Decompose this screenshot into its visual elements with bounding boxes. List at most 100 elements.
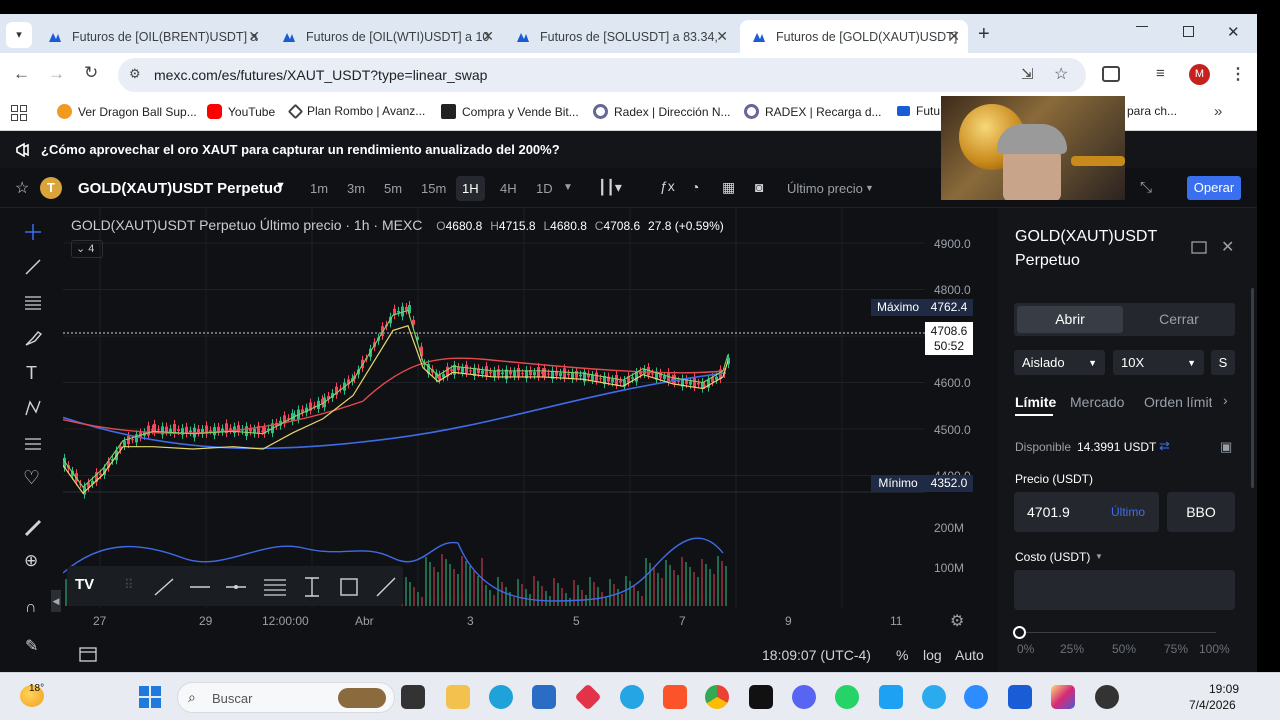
- app-diamond-icon[interactable]: [574, 683, 602, 711]
- trend-line-icon[interactable]: [23, 257, 43, 277]
- apps-grid-icon[interactable]: [11, 105, 27, 121]
- bookmark-item[interactable]: Radex | Dirección N...: [593, 104, 731, 119]
- text-cursor-icon[interactable]: [301, 576, 323, 598]
- zoom-icon[interactable]: [964, 685, 988, 709]
- file-explorer-icon[interactable]: [446, 685, 470, 709]
- transfer-icon[interactable]: ⇄: [1159, 438, 1170, 454]
- percent-scale-button[interactable]: %: [896, 647, 908, 663]
- bookmark-item[interactable]: Futu: [897, 104, 940, 118]
- tab-oil-wti[interactable]: Futuros de [OIL(WTI)USDT] a 10 ✕: [272, 20, 502, 53]
- close-panel-icon[interactable]: ✕: [1221, 237, 1234, 257]
- margin-mode-select[interactable]: Aislado ▼: [1014, 350, 1105, 375]
- timeframe-15m[interactable]: 15m: [421, 181, 446, 196]
- zoom-in-icon[interactable]: ⊕: [24, 551, 38, 571]
- auto-scale-button[interactable]: Auto: [955, 647, 984, 663]
- extensions-icon[interactable]: [1102, 66, 1120, 82]
- lock-drawings-icon[interactable]: ✎: [25, 636, 38, 656]
- horizontal-line-icon[interactable]: [189, 577, 211, 597]
- price-type-select[interactable]: Último precio: [787, 181, 863, 196]
- window-close-button[interactable]: ✕: [1227, 23, 1240, 41]
- close-icon[interactable]: ✕: [482, 28, 494, 45]
- position-side-button[interactable]: S: [1211, 350, 1235, 375]
- bookmark-item[interactable]: Compra y Vende Bit...: [441, 104, 579, 119]
- tab-solusdt[interactable]: Futuros de [SOLUSDT] a 83.34, ✕: [506, 20, 736, 53]
- bookmark-item[interactable]: para ch...: [1127, 104, 1177, 118]
- bookmark-item[interactable]: RADEX | Recarga d...: [744, 104, 882, 119]
- media-control-icon[interactable]: ≡: [1156, 65, 1165, 82]
- favorites-heart-icon[interactable]: ♡: [23, 467, 40, 490]
- tab-search-button[interactable]: ▾: [6, 22, 32, 48]
- drag-handle-icon[interactable]: ⠿: [124, 577, 134, 593]
- parallel-channel-icon[interactable]: [263, 577, 287, 597]
- tab-oil-brent[interactable]: Futuros de [OIL(BRENT)USDT] a ✕: [38, 20, 268, 53]
- timeframe-dropdown-icon[interactable]: ▼: [563, 182, 573, 193]
- windows-start-icon[interactable]: [139, 686, 161, 708]
- layout-grid-icon[interactable]: ▦: [722, 179, 735, 196]
- log-scale-button[interactable]: log: [923, 647, 942, 663]
- limit-order-tab-more[interactable]: Orden límit: [1144, 394, 1212, 410]
- back-arrow-icon[interactable]: ←: [13, 64, 30, 84]
- symbol-dropdown-icon[interactable]: ▼: [275, 180, 286, 192]
- popout-window-icon[interactable]: [1191, 240, 1209, 256]
- amount-slider-track[interactable]: [1020, 632, 1216, 633]
- instagram-icon[interactable]: [1051, 685, 1075, 709]
- price-axis[interactable]: 4900.0 4800.0 4600.0 4500.0 4400.0 4762.…: [925, 208, 998, 608]
- brush-icon[interactable]: [23, 328, 43, 348]
- symbol-title[interactable]: GOLD(XAUT)USDT Perpetuo: [78, 180, 282, 197]
- close-icon[interactable]: ✕: [948, 28, 960, 45]
- site-info-icon[interactable]: ⚙: [129, 66, 141, 82]
- magnet-icon[interactable]: ∩: [25, 599, 37, 617]
- reload-icon[interactable]: ↻: [84, 63, 98, 83]
- forward-arrow-icon[interactable]: →: [48, 64, 65, 84]
- bookmark-item[interactable]: Plan Rombo | Avanz...: [287, 103, 425, 119]
- mexc-app-icon[interactable]: [1008, 685, 1032, 709]
- taskbar-search[interactable]: ⌕ Buscar: [177, 682, 395, 713]
- bookmark-item[interactable]: YouTube: [207, 104, 275, 119]
- ray-tool-icon[interactable]: [375, 576, 397, 598]
- bookmark-star-icon[interactable]: ☆: [1054, 64, 1068, 84]
- pattern-tool-icon[interactable]: [23, 398, 43, 418]
- collapse-toolbar-button[interactable]: ◀: [51, 590, 61, 612]
- date-range-icon[interactable]: [79, 646, 97, 662]
- store-icon[interactable]: [532, 685, 556, 709]
- favorite-star-icon[interactable]: ☆: [15, 178, 29, 198]
- indicators-icon[interactable]: ƒx: [660, 178, 675, 194]
- twitter-icon[interactable]: [879, 685, 903, 709]
- last-price-button[interactable]: Último: [1111, 505, 1145, 519]
- camera-icon[interactable]: ◙: [755, 179, 763, 195]
- amount-slider-thumb[interactable]: [1013, 626, 1026, 639]
- operar-button[interactable]: Operar: [1187, 176, 1241, 200]
- abrir-tab[interactable]: Abrir: [1017, 306, 1123, 333]
- more-menu-icon[interactable]: ⋮: [1230, 64, 1246, 84]
- tradingview-icon[interactable]: [749, 685, 773, 709]
- discord-icon[interactable]: [792, 685, 816, 709]
- rectangle-tool-icon[interactable]: [338, 576, 360, 598]
- measure-tool-icon[interactable]: [23, 434, 43, 454]
- timeframe-3m[interactable]: 3m: [347, 181, 365, 196]
- indicator-toggle[interactable]: ⌄ 4: [71, 240, 103, 258]
- limit-order-tab[interactable]: Límite: [1015, 394, 1056, 410]
- install-app-icon[interactable]: ⇲: [1021, 65, 1034, 83]
- tab-gold-xaut[interactable]: Futuros de [GOLD(XAUT)USDT] ✕: [740, 20, 968, 53]
- cerrar-tab[interactable]: Cerrar: [1126, 306, 1232, 333]
- obs-icon[interactable]: [1095, 685, 1119, 709]
- restore-button[interactable]: [1183, 26, 1194, 37]
- new-tab-button[interactable]: +: [978, 23, 990, 46]
- chrome-icon[interactable]: [705, 685, 729, 709]
- profile-avatar[interactable]: M: [1189, 64, 1210, 85]
- telegram-icon[interactable]: [922, 685, 946, 709]
- ruler-icon[interactable]: [23, 518, 43, 538]
- timeframe-1h[interactable]: 1H: [456, 176, 485, 201]
- chart-settings-gear-icon[interactable]: ⚙: [950, 611, 964, 631]
- chart-canvas[interactable]: [63, 208, 925, 608]
- minimize-button[interactable]: [1136, 26, 1148, 27]
- cost-input[interactable]: [1014, 570, 1235, 610]
- chevron-right-icon[interactable]: ›: [1223, 392, 1228, 408]
- bbo-button[interactable]: BBO: [1167, 492, 1235, 532]
- timeframe-1m[interactable]: 1m: [310, 181, 328, 196]
- time-axis[interactable]: 27 29 12:00:00 Abr 3 5 7 9 11 ⚙: [63, 608, 998, 636]
- whatsapp-icon[interactable]: [835, 685, 859, 709]
- app-bird-icon[interactable]: [620, 685, 644, 709]
- leverage-select[interactable]: 10X ▼: [1113, 350, 1204, 375]
- bookmark-item[interactable]: Ver Dragon Ball Sup...: [57, 104, 197, 119]
